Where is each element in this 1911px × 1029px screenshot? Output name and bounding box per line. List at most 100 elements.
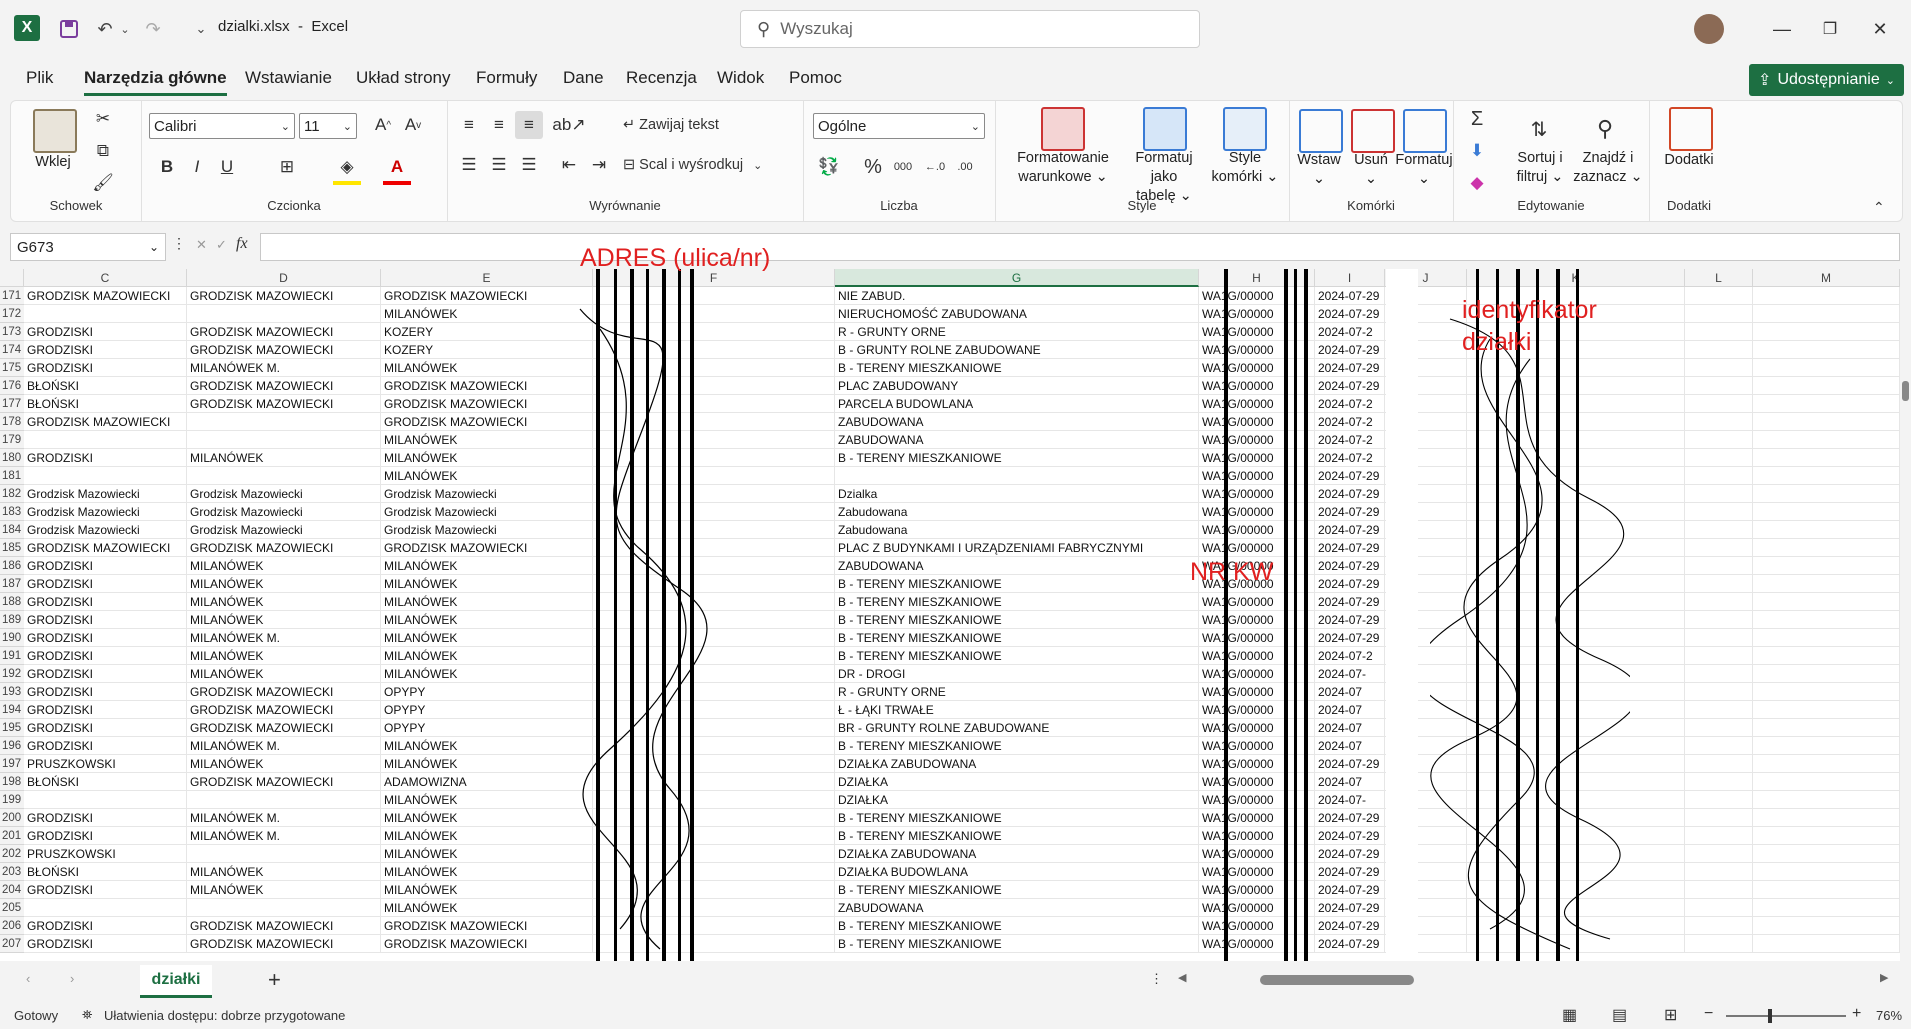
font-size-combo[interactable]: 11 ⌄ [299, 113, 357, 139]
cell-d[interactable]: MILANÓWEK [187, 881, 381, 899]
cell-g[interactable]: Ł - ŁĄKI TRWAŁE [835, 701, 1199, 719]
cell-h[interactable]: WA1G/00000 [1199, 503, 1315, 521]
cell-i[interactable]: 2024-07-29 [1315, 503, 1385, 521]
cell-e[interactable]: MILANÓWEK [381, 449, 593, 467]
cell-d[interactable]: MILANÓWEK [187, 449, 381, 467]
close-icon[interactable]: ✕ [1860, 14, 1900, 44]
cell-g[interactable]: PLAC Z BUDYNKAMI I URZĄDZENIAMI FABRYCZN… [835, 539, 1199, 557]
increase-decimal-icon[interactable]: ←.0 [921, 153, 949, 181]
cell-e[interactable]: Grodzisk Mazowiecki [381, 521, 593, 539]
cell-h[interactable]: WA1G/00000 [1199, 287, 1315, 305]
row-header[interactable]: 206 [0, 917, 24, 935]
accessibility-status[interactable]: Ułatwienia dostępu: dobrze przygotowane [104, 1008, 345, 1023]
formula-input[interactable] [260, 233, 1900, 261]
cell-i[interactable]: 2024-07 [1315, 683, 1385, 701]
cell-c[interactable]: GRODZISKI [24, 701, 187, 719]
cell-g[interactable]: B - TERENY MIESZKANIOWE [835, 827, 1199, 845]
cell-e[interactable]: MILANÓWEK [381, 845, 593, 863]
row-header[interactable]: 172 [0, 305, 24, 323]
cell-c[interactable]: BŁOŃSKI [24, 773, 187, 791]
cell-c[interactable]: GRODZISKI [24, 557, 187, 575]
cell-d[interactable] [187, 845, 381, 863]
cell-e[interactable]: MILANÓWEK [381, 575, 593, 593]
cell-h[interactable]: WA1G/00000 [1199, 449, 1315, 467]
cell-g[interactable]: NIE ZABUD. [835, 287, 1199, 305]
cell-g[interactable]: B - TERENY MIESZKANIOWE [835, 575, 1199, 593]
cell-i[interactable]: 2024-07-29 [1315, 305, 1385, 323]
align-middle-icon[interactable]: ≡ [485, 111, 513, 139]
cell-e[interactable]: Grodzisk Mazowiecki [381, 503, 593, 521]
delete-cells-icon[interactable] [1351, 109, 1395, 153]
cell-h[interactable]: WA1G/00000 [1199, 431, 1315, 449]
cell-l[interactable] [1685, 863, 1753, 881]
cell-h[interactable]: WA1G/00000 [1199, 359, 1315, 377]
row-header[interactable]: 185 [0, 539, 24, 557]
cell-g[interactable]: B - TERENY MIESZKANIOWE [835, 881, 1199, 899]
cell-e[interactable]: MILANÓWEK [381, 755, 593, 773]
decrease-font-icon[interactable]: Av [399, 111, 427, 139]
cell-l[interactable] [1685, 611, 1753, 629]
column-header-i[interactable]: I [1315, 269, 1385, 287]
cell-g[interactable]: ZABUDOWANA [835, 413, 1199, 431]
cell-g[interactable]: Zabudowana [835, 503, 1199, 521]
cell-m[interactable] [1753, 845, 1900, 863]
cell-e[interactable]: KOZERY [381, 341, 593, 359]
row-header[interactable]: 179 [0, 431, 24, 449]
cell-g[interactable]: DZIAŁKA [835, 791, 1199, 809]
column-header-g[interactable]: G [835, 269, 1199, 287]
cell-l[interactable] [1685, 773, 1753, 791]
cell-g[interactable]: R - GRUNTY ORNE [835, 323, 1199, 341]
cell-m[interactable] [1753, 683, 1900, 701]
vertical-scrollbar[interactable] [1900, 269, 1911, 961]
cell-d[interactable]: MILANÓWEK M. [187, 737, 381, 755]
row-header[interactable]: 189 [0, 611, 24, 629]
column-header-d[interactable]: D [187, 269, 381, 287]
cell-i[interactable]: 2024-07- [1315, 665, 1385, 683]
currency-icon[interactable]: 💱 [815, 153, 843, 181]
italic-button[interactable]: I [183, 153, 211, 181]
split-handle-icon[interactable]: ⋮ [1150, 971, 1163, 987]
cell-g[interactable]: BR - GRUNTY ROLNE ZABUDOWANE [835, 719, 1199, 737]
cell-l[interactable] [1685, 323, 1753, 341]
row-header[interactable]: 205 [0, 899, 24, 917]
merge-center-button[interactable]: ⊟ Scal i wyśrodkuj ⌄ [623, 153, 762, 177]
cell-d[interactable]: Grodzisk Mazowiecki [187, 521, 381, 539]
cell-g[interactable]: Zabudowana [835, 521, 1199, 539]
cell-e[interactable]: OPYPY [381, 701, 593, 719]
cell-d[interactable]: GRODZISK MAZOWIECKI [187, 917, 381, 935]
zoom-slider-thumb[interactable] [1768, 1009, 1772, 1023]
cell-d[interactable] [187, 431, 381, 449]
cell-d[interactable] [187, 305, 381, 323]
paste-label[interactable]: Wklej [29, 153, 77, 172]
row-header[interactable]: 190 [0, 629, 24, 647]
cell-e[interactable]: MILANÓWEK [381, 305, 593, 323]
cell-e[interactable]: GRODZISK MAZOWIECKI [381, 413, 593, 431]
cell-d[interactable]: MILANÓWEK [187, 611, 381, 629]
insert-function-icon[interactable]: fx [236, 235, 248, 253]
row-header[interactable]: 184 [0, 521, 24, 539]
cell-h[interactable]: WA1G/00000 [1199, 701, 1315, 719]
cell-m[interactable] [1753, 935, 1900, 953]
cell-e[interactable]: OPYPY [381, 719, 593, 737]
cell-i[interactable]: 2024-07 [1315, 773, 1385, 791]
cell-e[interactable]: MILANÓWEK [381, 863, 593, 881]
cell-h[interactable]: WA1G/00000 [1199, 341, 1315, 359]
cell-d[interactable]: MILANÓWEK [187, 557, 381, 575]
cell-m[interactable] [1753, 827, 1900, 845]
row-header[interactable]: 198 [0, 773, 24, 791]
cell-d[interactable]: MILANÓWEK M. [187, 629, 381, 647]
cell-h[interactable]: WA1G/00000 [1199, 521, 1315, 539]
format-button[interactable]: Formatuj ⌄ [1395, 151, 1453, 189]
cancel-icon[interactable]: ✕ [196, 237, 207, 253]
cell-c[interactable]: GRODZISKI [24, 719, 187, 737]
cell-e[interactable]: MILANÓWEK [381, 557, 593, 575]
cell-c[interactable] [24, 791, 187, 809]
cell-c[interactable] [24, 431, 187, 449]
cell-d[interactable]: GRODZISK MAZOWIECKI [187, 773, 381, 791]
cell-l[interactable] [1685, 755, 1753, 773]
cell-g[interactable]: B - TERENY MIESZKANIOWE [835, 809, 1199, 827]
cell-i[interactable]: 2024-07-29 [1315, 377, 1385, 395]
cell-h[interactable]: WA1G/00000 [1199, 845, 1315, 863]
cell-i[interactable]: 2024-07-29 [1315, 845, 1385, 863]
cut-icon[interactable]: ✂ [89, 105, 117, 133]
